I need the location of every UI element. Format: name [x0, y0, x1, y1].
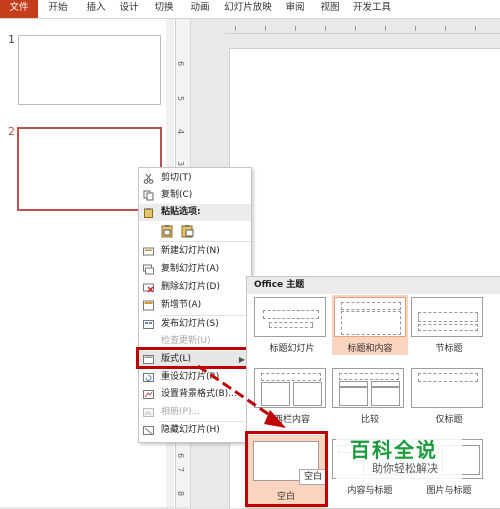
reset-slide-icon — [143, 373, 154, 382]
duplicate-slide-icon — [143, 264, 154, 275]
layout-title-only[interactable]: 仅标题 — [411, 368, 487, 425]
tab-view[interactable]: 视图 — [316, 0, 344, 18]
layout-label: 图片与标题 — [426, 486, 472, 496]
layout-label: 节标题 — [435, 344, 463, 354]
ruler-number: 3 — [176, 160, 186, 167]
delete-slide-icon — [143, 283, 154, 293]
layout-title-and-content[interactable]: 标题和内容 — [332, 295, 408, 355]
layout-label: 比较 — [360, 415, 379, 425]
layout-section-header[interactable]: 节标题 — [411, 297, 487, 354]
paste-picture-icon[interactable] — [181, 224, 195, 238]
layout-thumbnail — [332, 368, 404, 408]
copy-icon — [143, 190, 154, 201]
horizontal-ruler — [225, 23, 500, 34]
ruler-number: 7 — [176, 466, 186, 473]
ruler-number: 8 — [176, 490, 186, 497]
watermark-title: 百科全说 — [350, 438, 438, 462]
new-slide-icon — [143, 247, 154, 256]
menu-item-label: 删除幻灯片(D) — [161, 282, 220, 292]
layout-label: 仅标题 — [435, 415, 463, 425]
menu-item-label: 粘贴选项: — [161, 207, 201, 217]
menu-item-cut[interactable]: 剪切(T) — [139, 170, 251, 187]
publish-slides-icon — [143, 320, 154, 329]
paste-options-header: 粘贴选项: — [139, 204, 251, 221]
ruler-number: 6 — [176, 452, 186, 459]
slide-number-2: 2 — [8, 125, 15, 138]
watermark-subtitle: 助你轻松解决 — [372, 462, 438, 475]
layout-label: 内容与标题 — [347, 486, 393, 496]
tab-animations[interactable]: 动画 — [186, 0, 214, 18]
slide-thumbnail-1[interactable] — [18, 35, 161, 105]
layout-thumbnail — [254, 297, 326, 337]
layout-thumbnail — [334, 297, 406, 337]
paste-icon — [144, 208, 153, 218]
tab-transitions[interactable]: 切换 — [150, 0, 178, 18]
menu-item-duplicate-slide[interactable]: 复制幻灯片(A) — [139, 261, 251, 278]
format-background-icon — [143, 390, 154, 399]
menu-item-label: 新增节(A) — [161, 300, 202, 310]
layout-thumbnail — [411, 368, 483, 408]
menu-item-add-section[interactable]: 新增节(A) — [139, 297, 251, 314]
ruler-number: 6 — [176, 60, 186, 67]
menu-item-label: 剪切(T) — [161, 173, 192, 183]
tab-review[interactable]: 审阅 — [281, 0, 309, 18]
menu-item-publish-slides[interactable]: 发布幻灯片(S) — [139, 316, 251, 333]
menu-item-label: 复制幻灯片(A) — [161, 264, 220, 274]
tab-slideshow[interactable]: 幻灯片放映 — [222, 0, 274, 18]
ruler-number: 5 — [176, 95, 186, 102]
photo-album-icon — [143, 408, 154, 417]
paste-keep-source-icon[interactable] — [161, 224, 175, 238]
blank-layout-highlight-box — [245, 431, 328, 507]
layout-label: 标题和内容 — [347, 344, 393, 354]
ruler-number: 4 — [176, 128, 186, 135]
slide-number-1: 1 — [8, 33, 15, 46]
tab-insert[interactable]: 插入 — [82, 0, 110, 18]
ribbon-tabs: 文件 开始 插入 设计 切换 动画 幻灯片放映 审阅 视图 开发工具 — [0, 0, 500, 19]
tab-design[interactable]: 设计 — [115, 0, 143, 18]
hide-slide-icon — [143, 426, 154, 435]
menu-item-label: 复制(C) — [161, 190, 193, 200]
menu-item-copy[interactable]: 复制(C) — [139, 187, 251, 204]
tab-developer[interactable]: 开发工具 — [351, 0, 393, 18]
layout-thumbnail — [411, 297, 483, 337]
tab-file[interactable]: 文件 — [0, 0, 38, 18]
add-section-icon — [143, 300, 154, 311]
menu-item-label: 新建幻灯片(N) — [161, 246, 220, 256]
menu-item-new-slide[interactable]: 新建幻灯片(N) — [139, 243, 251, 260]
annotation-arrow — [197, 364, 286, 428]
menu-item-label: 发布幻灯片(S) — [161, 319, 219, 329]
layout-title-slide[interactable]: 标题幻灯片 — [254, 297, 330, 354]
gallery-header: Office 主题 — [247, 277, 500, 294]
tab-home[interactable]: 开始 — [44, 0, 72, 18]
layout-label: 标题幻灯片 — [269, 344, 315, 354]
menu-item-delete-slide[interactable]: 删除幻灯片(D) — [139, 279, 251, 296]
scissors-icon — [143, 173, 154, 184]
watermark: 百科全说 助你轻松解决 — [336, 434, 462, 480]
layout-comparison[interactable]: 比较 — [332, 368, 408, 425]
